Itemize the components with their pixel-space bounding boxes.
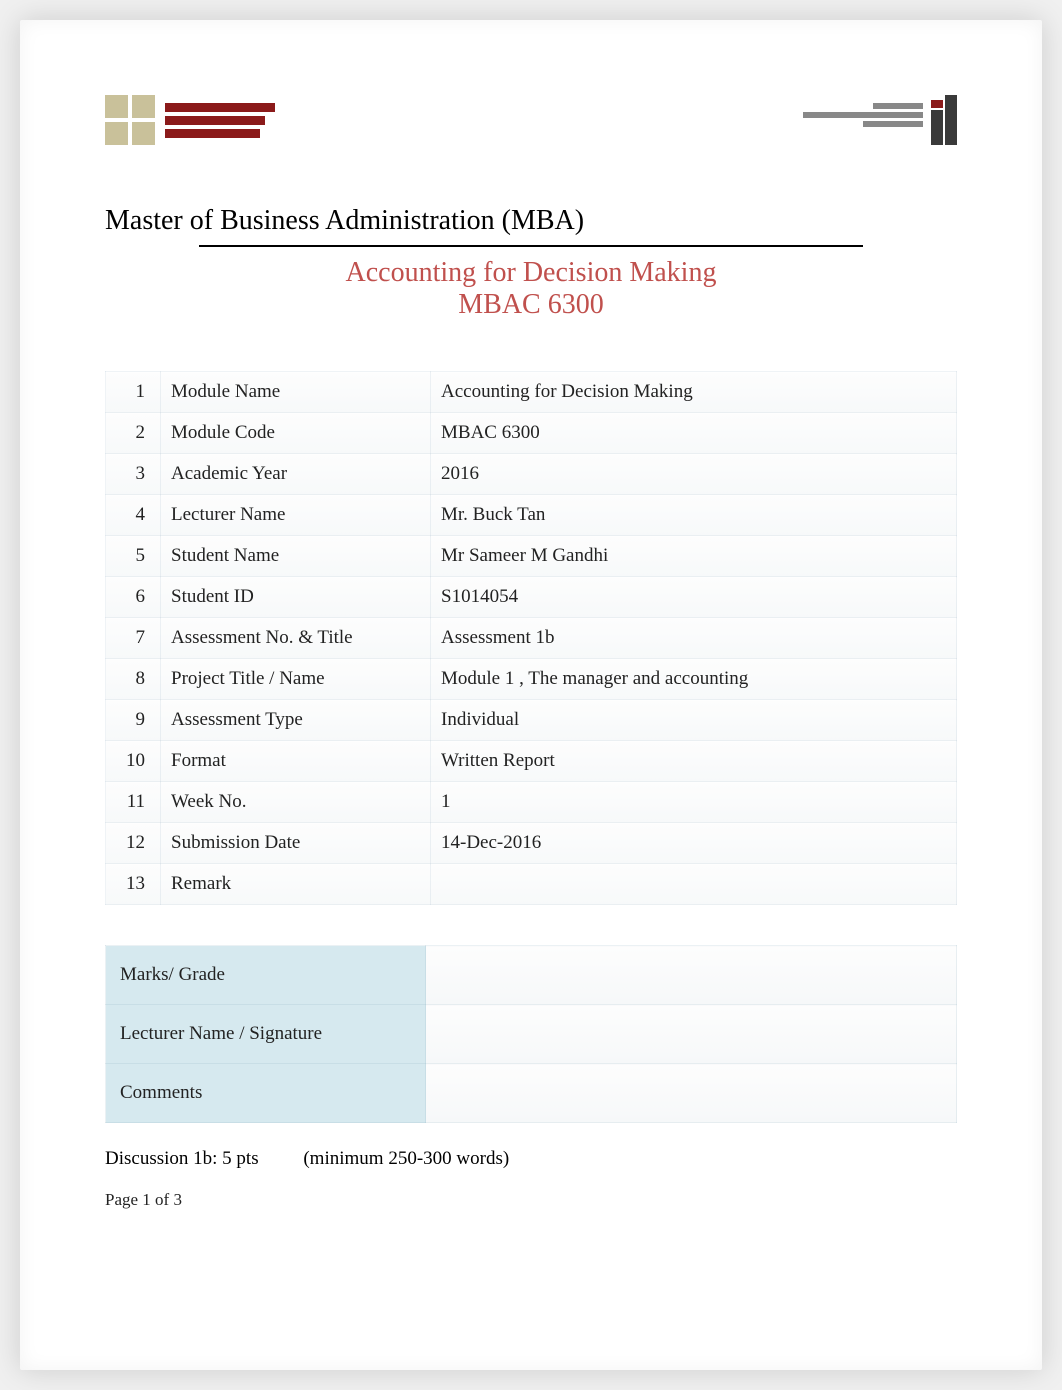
logo-left-icon <box>105 95 155 145</box>
row-label: Week No. <box>161 782 431 823</box>
page-inner: Master of Business Administration (MBA) … <box>55 55 1007 1335</box>
title-divider <box>199 245 864 247</box>
row-label: Lecturer Name <box>161 495 431 536</box>
discussion-line: Discussion 1b: 5 pts (minimum 250-300 wo… <box>105 1148 957 1170</box>
table-row: 1Module NameAccounting for Decision Maki… <box>106 372 957 413</box>
table-row: 6Student IDS1014054 <box>106 577 957 618</box>
logo-right-icon <box>931 95 957 145</box>
page-footer: Page 1 of 3 <box>105 1190 957 1210</box>
row-number: 11 <box>106 782 161 823</box>
table-row: 3Academic Year2016 <box>106 454 957 495</box>
row-number: 6 <box>106 577 161 618</box>
row-label: Assessment Type <box>161 700 431 741</box>
logo-left-text <box>165 103 275 138</box>
grade-row-label: Marks/ Grade <box>106 946 426 1005</box>
page-sep: of <box>151 1190 174 1209</box>
logo-right-text <box>803 103 923 127</box>
row-label: Format <box>161 741 431 782</box>
row-value: S1014054 <box>431 577 957 618</box>
table-row: 2Module CodeMBAC 6300 <box>106 413 957 454</box>
grade-table-body: Marks/ GradeLecturer Name / SignatureCom… <box>106 946 957 1123</box>
course-title: Accounting for Decision Making <box>105 257 957 289</box>
row-number: 9 <box>106 700 161 741</box>
page-prefix: Page <box>105 1190 142 1209</box>
course-code: MBAC 6300 <box>105 289 957 321</box>
row-value: Module 1 , The manager and accounting <box>431 659 957 700</box>
info-table: 1Module NameAccounting for Decision Maki… <box>105 371 957 905</box>
row-value: Assessment 1b <box>431 618 957 659</box>
row-number: 10 <box>106 741 161 782</box>
row-label: Student ID <box>161 577 431 618</box>
header-logos <box>105 95 957 145</box>
row-value: 1 <box>431 782 957 823</box>
page-current: 1 <box>142 1190 151 1209</box>
row-number: 7 <box>106 618 161 659</box>
grade-row-label: Lecturer Name / Signature <box>106 1005 426 1064</box>
row-number: 5 <box>106 536 161 577</box>
table-row: 4Lecturer NameMr. Buck Tan <box>106 495 957 536</box>
discussion-note: (minimum 250-300 words) <box>303 1148 509 1169</box>
table-row: 12Submission Date14-Dec-2016 <box>106 823 957 864</box>
row-value: Mr. Buck Tan <box>431 495 957 536</box>
row-value: Written Report <box>431 741 957 782</box>
table-row: 9Assessment TypeIndividual <box>106 700 957 741</box>
row-label: Student Name <box>161 536 431 577</box>
grade-row-value <box>426 946 957 1005</box>
table-row: Comments <box>106 1064 957 1123</box>
row-label: Assessment No. & Title <box>161 618 431 659</box>
row-number: 13 <box>106 864 161 905</box>
discussion-label: Discussion 1b: 5 pts <box>105 1148 259 1169</box>
grade-table: Marks/ GradeLecturer Name / SignatureCom… <box>105 945 957 1123</box>
row-value: Individual <box>431 700 957 741</box>
row-label: Module Code <box>161 413 431 454</box>
row-number: 12 <box>106 823 161 864</box>
university-logo-left <box>105 95 275 145</box>
row-number: 8 <box>106 659 161 700</box>
row-value: 2016 <box>431 454 957 495</box>
table-row: 7Assessment No. & TitleAssessment 1b <box>106 618 957 659</box>
row-number: 4 <box>106 495 161 536</box>
grade-row-label: Comments <box>106 1064 426 1123</box>
row-label: Submission Date <box>161 823 431 864</box>
row-label: Remark <box>161 864 431 905</box>
row-label: Module Name <box>161 372 431 413</box>
partner-logo-right <box>803 95 957 145</box>
row-label: Project Title / Name <box>161 659 431 700</box>
row-number: 2 <box>106 413 161 454</box>
table-row: 11Week No.1 <box>106 782 957 823</box>
table-row: 10FormatWritten Report <box>106 741 957 782</box>
program-title: Master of Business Administration (MBA) <box>105 205 957 237</box>
row-label: Academic Year <box>161 454 431 495</box>
row-value: 14-Dec-2016 <box>431 823 957 864</box>
table-row: Lecturer Name / Signature <box>106 1005 957 1064</box>
grade-row-value <box>426 1064 957 1123</box>
row-value: MBAC 6300 <box>431 413 957 454</box>
grade-row-value <box>426 1005 957 1064</box>
row-value <box>431 864 957 905</box>
row-value: Mr Sameer M Gandhi <box>431 536 957 577</box>
table-row: 5Student NameMr Sameer M Gandhi <box>106 536 957 577</box>
row-number: 1 <box>106 372 161 413</box>
table-row: Marks/ Grade <box>106 946 957 1005</box>
page-total: 3 <box>173 1190 182 1209</box>
course-header: Accounting for Decision Making MBAC 6300 <box>105 257 957 321</box>
table-row: 13Remark <box>106 864 957 905</box>
row-number: 3 <box>106 454 161 495</box>
table-row: 8Project Title / NameModule 1 , The mana… <box>106 659 957 700</box>
info-table-body: 1Module NameAccounting for Decision Maki… <box>106 372 957 905</box>
page-wrapper: Master of Business Administration (MBA) … <box>20 20 1042 1370</box>
row-value: Accounting for Decision Making <box>431 372 957 413</box>
